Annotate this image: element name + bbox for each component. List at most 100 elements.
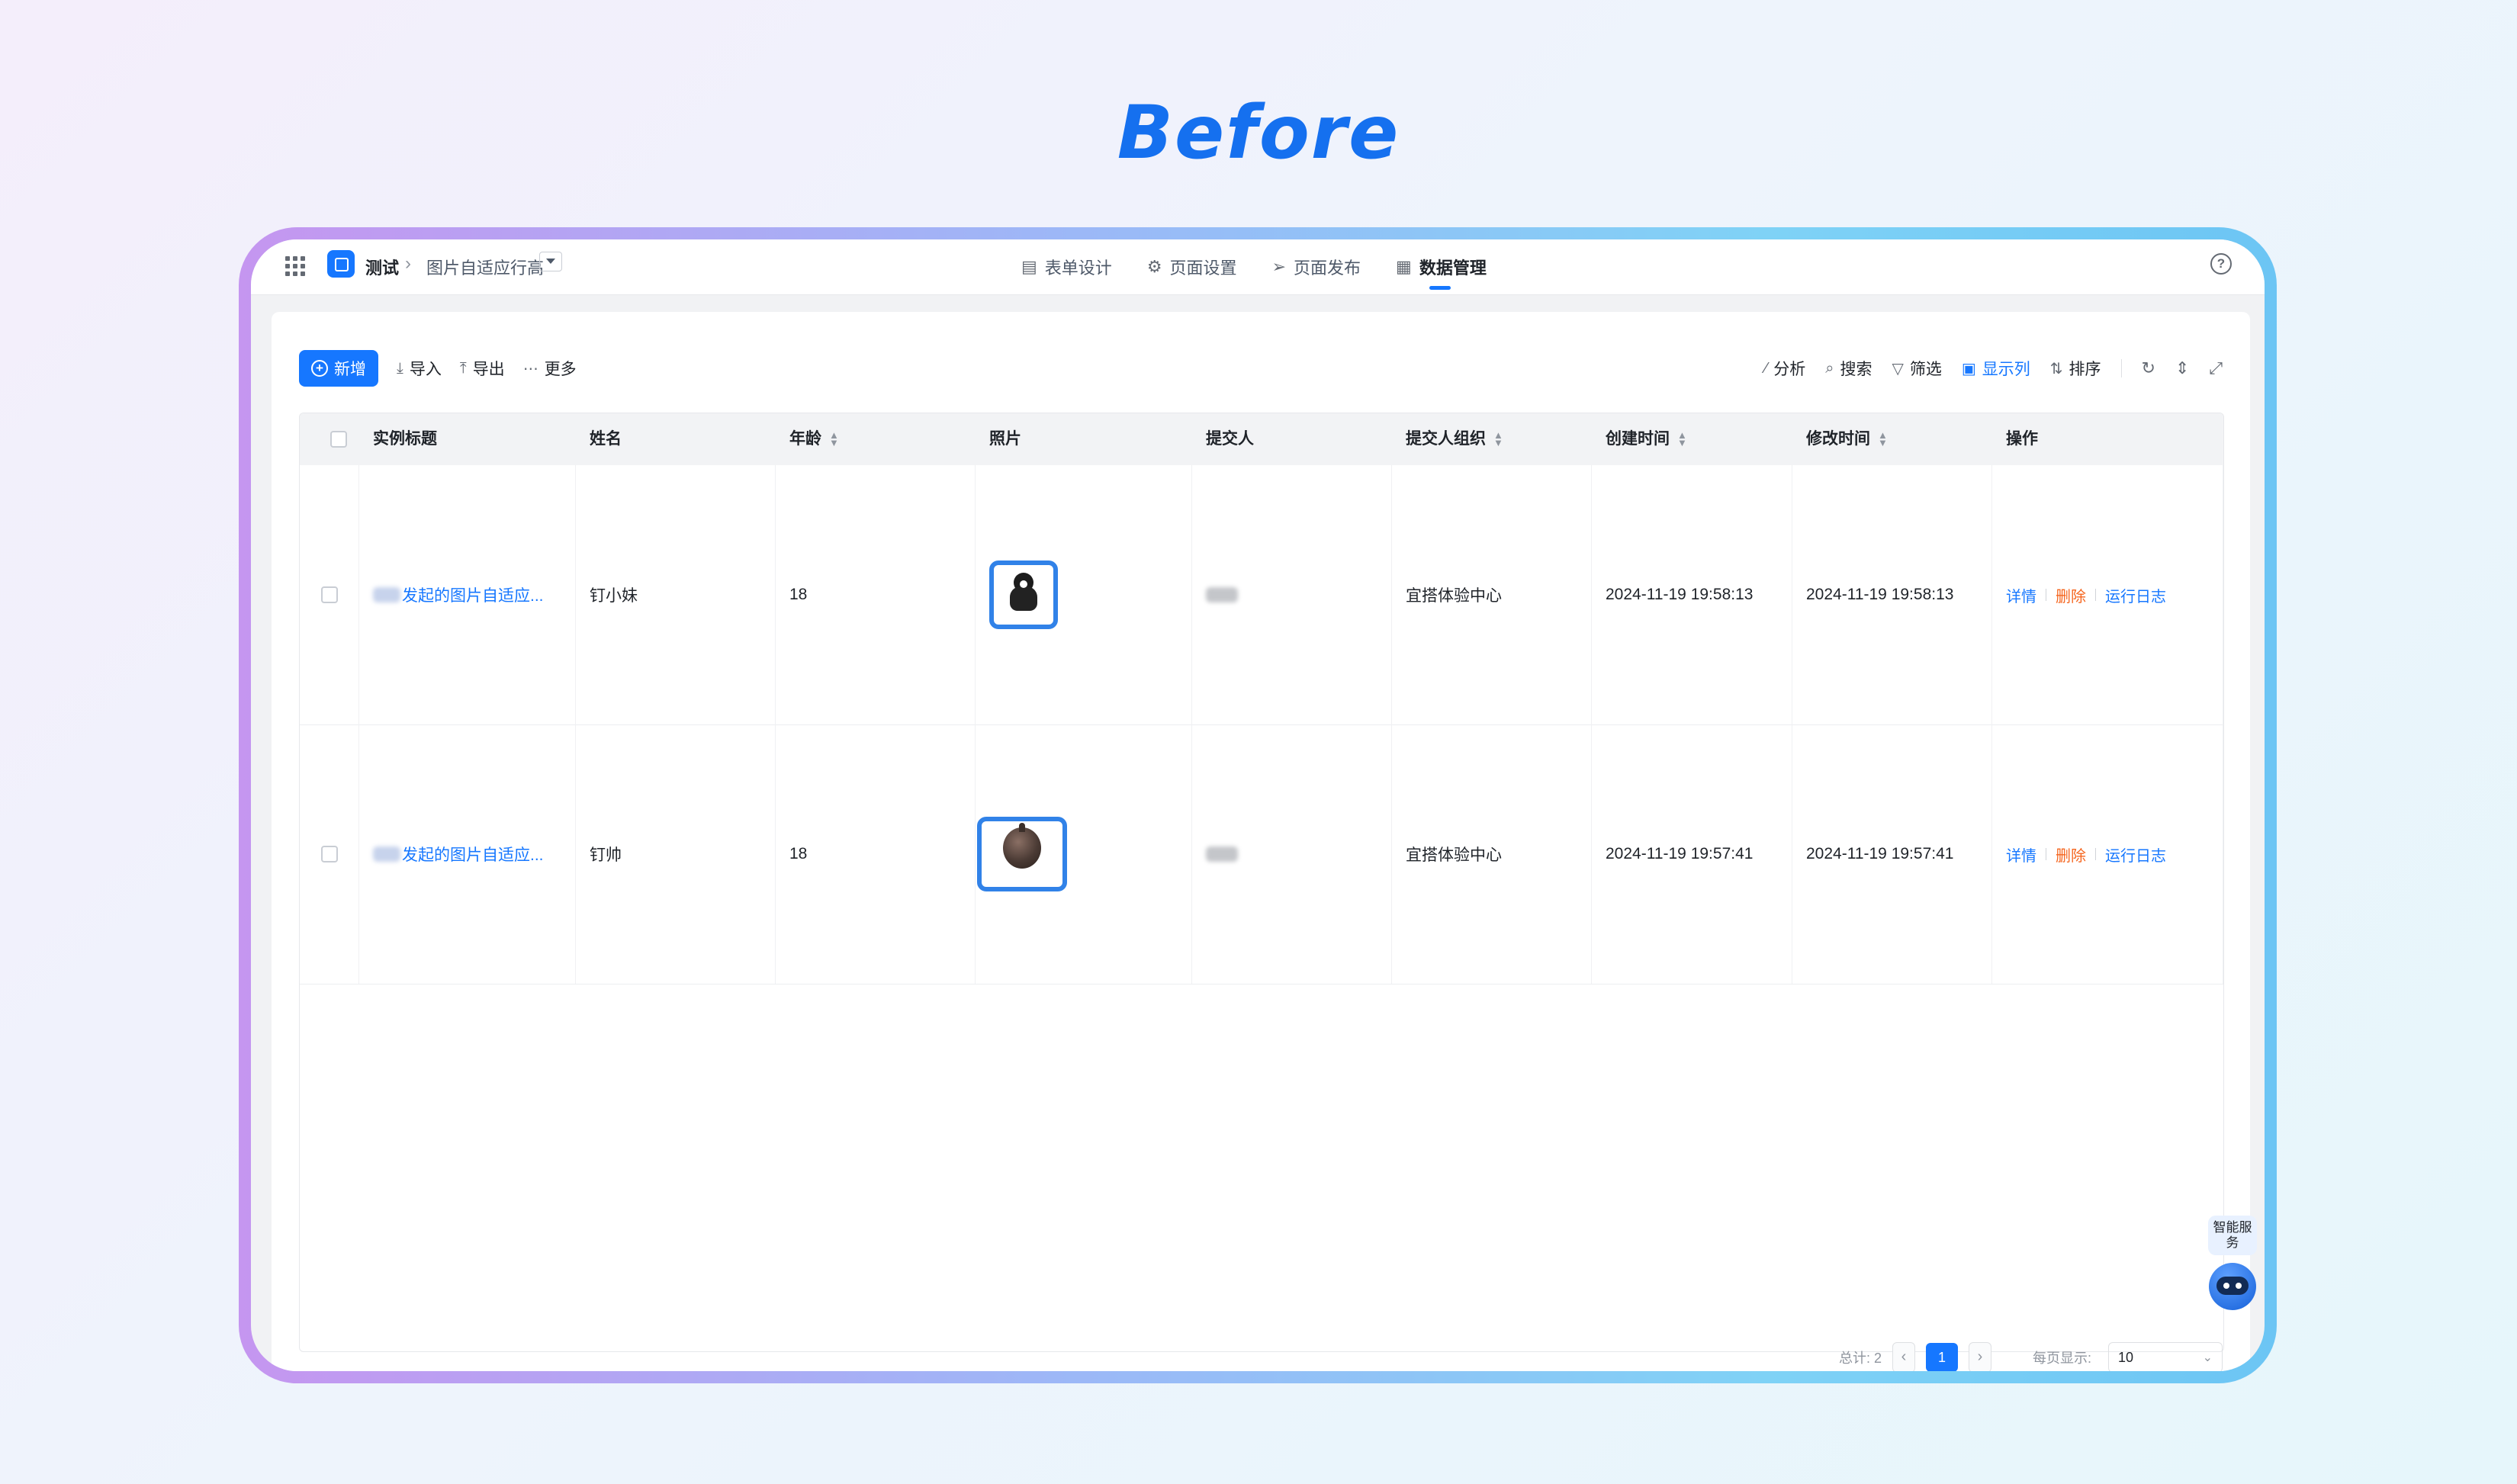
photo-cell [976,724,1192,984]
toolbar-divider [2120,359,2122,377]
sort-label: 排序 [2069,361,2101,378]
submitter-cell [1192,724,1392,984]
row-actions: 详情 删除 运行日志 [2006,843,2166,866]
column-header-created[interactable]: 创建时间 ▲ ▼ [1592,413,1792,465]
search-label: 搜索 [1840,361,1872,378]
help-icon[interactable]: ? [2210,253,2232,275]
page-heading: Before [1117,90,1400,175]
sort-arrows-icon[interactable]: ▲ ▼ [1677,430,1687,448]
row-select-cell [300,724,359,984]
file-icon: ▤ [1021,257,1037,276]
robot-icon[interactable] [2209,1263,2256,1310]
plus-circle-icon: + [311,360,328,377]
breadcrumb-app[interactable]: 测试 [365,255,399,279]
orb-avatar-image [1003,823,1041,869]
total-count: 总计: 2 [1838,1351,1882,1366]
pagination: 总计: 2 ‹ 1 › 每页显示: 10 ⌄ [1839,1341,2223,1371]
run-log-link[interactable]: 运行日志 [2105,584,2166,606]
export-label: 导出 [472,361,505,378]
detail-link[interactable]: 详情 [2006,843,2036,866]
sort-arrows-icon[interactable]: ▲ ▼ [1878,430,1888,448]
more-button[interactable]: ⋯ 更多 [523,357,577,380]
next-page-button[interactable]: › [1968,1342,1991,1371]
page-1-button[interactable]: 1 [1925,1343,1958,1371]
smart-service-widget[interactable]: 智能服务 [2208,1216,2257,1310]
import-label: 导入 [409,361,442,378]
data-table: 实例标题 姓名 年龄 ▲ ▼ 照片 提交人 提交人组织 ▲ ▼ 创建时间 ▲ ▼ 修改时间 ▲… [299,413,2224,1352]
column-header-age[interactable]: 年龄 ▲ ▼ [776,413,976,465]
column-header: 照片 [989,430,1021,448]
per-page-select[interactable]: 10 ⌄ [2108,1342,2223,1371]
instance-title-link[interactable]: 发起的图片自适应... [402,843,544,866]
column-header: 提交人 [1206,430,1254,448]
delete-link[interactable]: 删除 [2056,843,2086,866]
instance-title-link[interactable]: 发起的图片自适应... [402,583,544,606]
breadcrumb-page[interactable]: 图片自适应行高 [426,255,544,279]
select-all-checkbox[interactable] [330,431,347,448]
title-cell: 发起的图片自适应... [359,724,576,984]
column-header-label: 提交人组织 [1406,430,1486,448]
refresh-icon[interactable]: ↻ [2142,358,2155,378]
column-header-org[interactable]: 提交人组织 ▲ ▼ [1392,413,1592,465]
search-button[interactable]: ⌕ 搜索 [1825,357,1872,380]
page-dropdown-button[interactable] [539,252,562,271]
column-header-label: 年龄 [789,430,821,448]
title-cell: 发起的图片自适应... [359,465,576,724]
prev-page-button[interactable]: ‹ [1892,1342,1915,1371]
sort-button[interactable]: ⇅ 排序 [2050,357,2101,380]
table-header: 实例标题 姓名 年龄 ▲ ▼ 照片 提交人 提交人组织 ▲ ▼ 创建时间 ▲ ▼ 修改时间 ▲… [300,413,2223,465]
row-checkbox[interactable] [321,586,338,603]
detail-link[interactable]: 详情 [2006,584,2036,606]
run-log-link[interactable]: 运行日志 [2105,843,2166,866]
photo-thumbnail[interactable] [989,561,1058,629]
redacted-name [373,846,400,862]
send-icon: ➢ [1271,257,1286,276]
modified-cell: 2024-11-19 19:58:13 [1792,465,1992,724]
table-icon: ▦ [1396,257,1412,276]
analyze-button[interactable]: ⁄ 分析 [1765,357,1805,380]
filter-label: 筛选 [1909,361,1942,378]
tab-label: 数据管理 [1419,259,1487,278]
sort-arrows-icon[interactable]: ▲ ▼ [1493,430,1503,448]
toolbar-left: + 新增 ⤓ 导入 ⤒ 导出 ⋯ 更多 [299,350,577,387]
columns-label: 显示列 [1982,361,2030,378]
select-all-cell [300,413,359,465]
row-height-icon[interactable]: ⇕ [2175,358,2189,378]
ghost-avatar-image [1008,573,1040,615]
tab-form-design[interactable]: ▤ 表单设计 [1021,239,1112,294]
org-cell: 宜搭体验中心 [1392,724,1592,984]
analyze-label: 分析 [1773,361,1806,378]
tab-page-settings[interactable]: ⚙ 页面设置 [1147,239,1237,294]
app-logo-icon[interactable] [327,250,355,278]
tab-label: 表单设计 [1044,259,1112,278]
created-cell: 2024-11-19 19:58:13 [1592,465,1792,724]
toolbar-right: ⁄ 分析 ⌕ 搜索 ▽ 筛选 ▣ 显示列 ⇅ 排序 ↻ ⇕ ⤢ [1765,350,2223,387]
tab-page-publish[interactable]: ➢ 页面发布 [1272,239,1361,294]
add-button[interactable]: + 新增 [299,350,378,387]
action-divider [2095,848,2096,860]
filter-button[interactable]: ▽ 筛选 [1892,357,1941,380]
modified-cell: 2024-11-19 19:57:41 [1792,724,1992,984]
row-checkbox[interactable] [321,846,338,862]
chevron-right-icon: › [405,253,411,274]
tab-data-management[interactable]: ▦ 数据管理 [1396,239,1487,294]
export-button[interactable]: ⤒ 导出 [460,357,505,380]
photo-thumbnail[interactable] [977,817,1067,891]
actions-cell: 详情 删除 运行日志 [1992,465,2223,724]
per-page-value: 10 [2118,1349,2134,1365]
analysis-icon: ⁄ [1764,359,1768,377]
sort-icon: ⇅ [2049,360,2063,377]
delete-link[interactable]: 删除 [2056,584,2086,606]
column-header: 实例标题 [373,430,437,448]
columns-button[interactable]: ▣ 显示列 [1962,357,2030,380]
created-cell: 2024-11-19 19:57:41 [1592,724,1792,984]
org-cell: 宜搭体验中心 [1392,465,1592,724]
column-header-modified[interactable]: 修改时间 ▲ ▼ [1792,413,1992,465]
more-label: 更多 [544,361,577,378]
fullscreen-icon[interactable]: ⤢ [2209,358,2223,378]
app-grid-icon[interactable] [285,256,305,276]
import-button[interactable]: ⤓ 导入 [397,357,442,380]
tab-label: 页面设置 [1169,259,1237,278]
filter-icon: ▽ [1892,360,1904,377]
sort-arrows-icon[interactable]: ▲ ▼ [829,430,839,448]
